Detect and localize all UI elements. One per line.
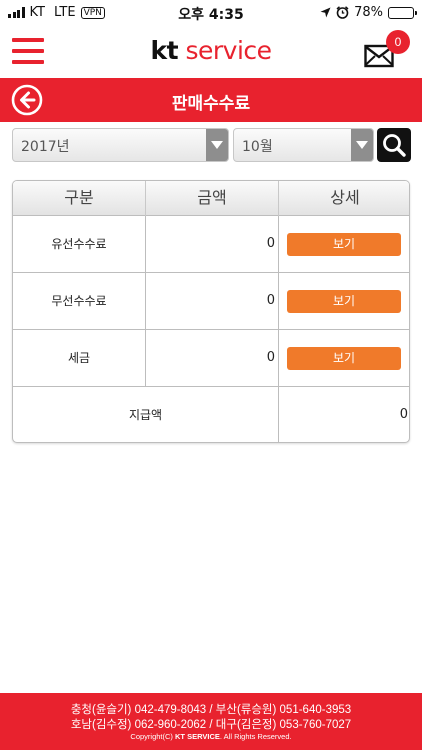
status-right: 78%: [320, 5, 417, 20]
row-name: 유선수수료: [51, 237, 107, 251]
row-name: 무선수수료: [51, 294, 107, 308]
commission-table: 구분 금액 상세 유선수수료 0 보기 무선수수료 0 보기 세금 0 보기 지…: [12, 180, 410, 443]
kt-service-logo: kt service: [0, 36, 422, 65]
row-amount: 0: [145, 216, 278, 272]
row-action: 보기: [278, 273, 409, 329]
footer-contacts-line1: 충청(윤슬기) 042-479-8043 / 부산(류승원) 051-640-3…: [70, 704, 352, 716]
row-action: 보기: [278, 330, 409, 386]
month-select-value: 10월: [242, 139, 273, 155]
column-header-category: 구분: [64, 188, 94, 207]
message-count-badge: 0: [386, 30, 410, 54]
copyright-brand: KT SERVICE: [175, 732, 220, 741]
mail-button[interactable]: 0: [364, 30, 410, 72]
total-label: 지급액: [128, 408, 163, 422]
year-select-value: 2017년: [21, 139, 70, 155]
row-action: 보기: [278, 216, 409, 272]
column-header-detail: 상세: [278, 181, 409, 216]
alarm-icon: [336, 6, 349, 19]
logo-kt: kt: [150, 36, 179, 65]
copyright-prefix: Copyright(C): [130, 732, 173, 741]
status-bar: KT LTE VPN 오후 4:35 78%: [0, 0, 422, 26]
footer: 충청(윤슬기) 042-479-8043 / 부산(류승원) 051-640-3…: [0, 693, 422, 750]
view-button-tax[interactable]: 보기: [287, 347, 401, 370]
dropdown-arrow-icon: [206, 129, 228, 161]
table-row: 유선수수료 0 보기: [13, 216, 409, 273]
copyright-suffix: . All Rights Reserved.: [219, 732, 292, 741]
column-header-amount: 금액: [145, 181, 278, 216]
page-title: 판매수수료: [171, 94, 251, 114]
search-button[interactable]: [377, 128, 411, 162]
year-select[interactable]: 2017년: [12, 128, 229, 162]
table-row: 세금 0 보기: [13, 330, 409, 387]
search-icon: [383, 134, 406, 157]
dropdown-arrow-icon: [351, 129, 373, 161]
battery-icon: [388, 6, 417, 19]
footer-copyright: Copyright(C) KT SERVICE. All Rights Rese…: [0, 732, 422, 741]
table-header: 구분 금액 상세: [13, 181, 409, 216]
filter-bar: 2017년 10월: [12, 128, 411, 162]
view-button-wireless[interactable]: 보기: [287, 290, 401, 313]
total-row: 지급액 0: [13, 387, 409, 442]
month-select[interactable]: 10월: [233, 128, 374, 162]
footer-contacts-line2: 호남(김수정) 062-960-2062 / 대구(김은정) 053-760-7…: [70, 719, 352, 731]
title-bar: 판매수수료: [0, 78, 422, 122]
view-button-wired[interactable]: 보기: [287, 233, 401, 256]
row-name: 세금: [67, 351, 91, 365]
app-header: kt service 0: [0, 26, 422, 78]
table-row: 무선수수료 0 보기: [13, 273, 409, 330]
logo-service: service: [185, 36, 272, 65]
battery-percent: 78%: [354, 5, 383, 20]
row-amount: 0: [145, 330, 278, 386]
row-amount: 0: [145, 273, 278, 329]
total-amount: 0: [278, 387, 409, 442]
location-icon: [320, 7, 331, 18]
